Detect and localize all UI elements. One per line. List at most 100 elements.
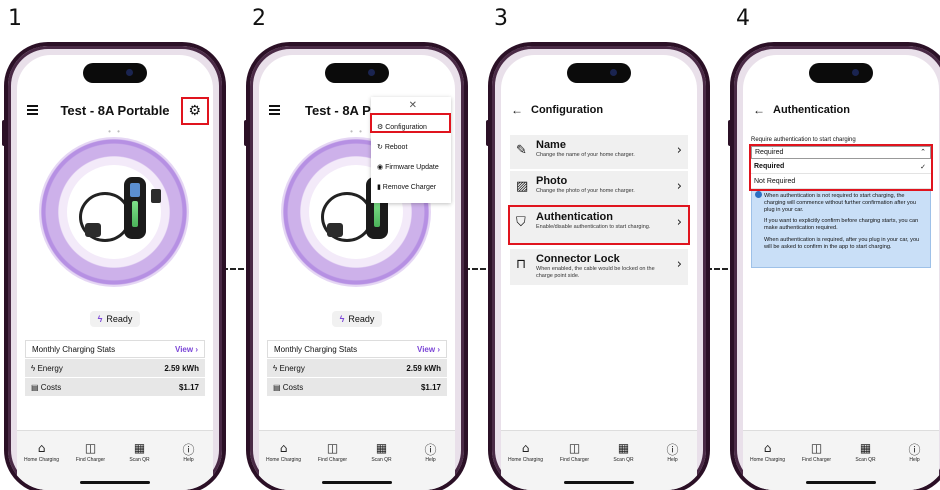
config-item-name[interactable]: ✎ Name Change the name of your home char… xyxy=(510,135,688,169)
qr-icon: ▦ xyxy=(375,441,388,455)
chevron-right-icon: › xyxy=(676,257,682,272)
costs-icon: ▤ xyxy=(273,383,283,392)
nav-home-charging[interactable]: ⌂ Home Charging xyxy=(262,441,306,490)
nav-home-charging[interactable]: ⌂ Home Charging xyxy=(746,441,790,490)
status-badge: ϟ Ready xyxy=(17,311,213,327)
costs-label: Costs xyxy=(282,383,304,392)
map-icon: ◫ xyxy=(568,441,581,455)
phone-3: ← Configuration ✎ Name Change the name o… xyxy=(488,42,710,490)
stats-title: Monthly Charging Stats xyxy=(274,345,358,354)
menu-icon[interactable] xyxy=(269,105,280,115)
chevron-right-icon: › xyxy=(676,179,682,194)
nav-help[interactable]: ⓘ Help xyxy=(651,441,695,490)
costs-label: Costs xyxy=(40,383,62,392)
nav-home-charging[interactable]: ⌂ Home Charging xyxy=(504,441,548,490)
map-icon: ◫ xyxy=(326,441,339,455)
costs-row: ▤ Costs $1.17 xyxy=(25,377,205,396)
auth-info-box: When authentication is not required to s… xyxy=(751,188,931,268)
app-header: ← Authentication xyxy=(743,99,939,125)
energy-value: 2.59 kWh xyxy=(406,364,441,373)
monthly-stats-card: Monthly Charging Stats View › ϟ Energy 2.5… xyxy=(267,340,447,396)
edit-icon: ✎ xyxy=(516,143,527,158)
close-icon[interactable]: ✕ xyxy=(409,100,417,111)
bottom-nav: ⌂ Home Charging ◫ Find Charger ▦ Scan QR ⓘ H… xyxy=(501,430,697,490)
camera-notch xyxy=(83,63,147,83)
energy-row: ϟ Energy 2.59 kWh xyxy=(25,358,205,377)
status-label: Ready xyxy=(348,314,375,324)
home-icon: ⌂ xyxy=(521,441,530,455)
energy-label: Energy xyxy=(279,364,305,373)
view-stats-link[interactable]: View › xyxy=(417,345,440,354)
info-icon: ⓘ xyxy=(424,443,437,457)
info-icon: ⓘ xyxy=(908,443,921,457)
config-item-desc: When enabled, the cable would be locked … xyxy=(536,266,655,279)
home-icon: ⌂ xyxy=(37,441,46,455)
home-icon: ⌂ xyxy=(279,441,288,455)
config-item-title: Name xyxy=(536,139,566,151)
status-badge: ϟ Ready xyxy=(259,311,455,327)
monthly-stats-card: Monthly Charging Stats View › ϟ Energy 2.5… xyxy=(25,340,205,396)
menu-item-firmware-update[interactable]: ◉ Firmware Update xyxy=(375,159,449,175)
page-title: Authentication xyxy=(773,104,850,116)
bottom-nav: ⌂ Home Charging ◫ Find Charger ▦ Scan QR ⓘ H… xyxy=(17,430,213,490)
map-icon: ◫ xyxy=(84,441,97,455)
camera-notch xyxy=(325,63,389,83)
charger-unit-graphic xyxy=(124,177,146,239)
camera-notch xyxy=(809,63,873,83)
back-arrow-icon[interactable]: ← xyxy=(753,103,765,117)
config-item-photo[interactable]: ▨ Photo Change the photo of your home ch… xyxy=(510,171,688,205)
info-paragraph: If you want to explicitly confirm before… xyxy=(764,218,919,232)
stats-header: Monthly Charging Stats View › xyxy=(267,340,447,358)
chevron-right-icon: › xyxy=(676,143,682,158)
costs-value: $1.17 xyxy=(420,383,441,392)
plug-graphic xyxy=(327,223,343,237)
nav-home-charging[interactable]: ⌂ Home Charging xyxy=(20,441,64,490)
screen: ← Authentication Require authentication … xyxy=(743,55,939,490)
nav-help[interactable]: ⓘ Help xyxy=(409,441,453,490)
qr-icon: ▦ xyxy=(133,441,146,455)
home-icon: ⌂ xyxy=(763,441,772,455)
config-item-desc: Change the photo of your home charger. xyxy=(536,188,635,194)
step-number: 2 xyxy=(252,6,266,31)
energy-row: ϟ Energy 2.59 kWh xyxy=(267,358,447,377)
charger-image xyxy=(39,137,189,287)
info-icon: ⓘ xyxy=(182,443,195,457)
phone-1: Test - 8A Portable ⚙ • • ϟ Ready Monthly … xyxy=(4,42,226,490)
menu-item-remove-charger[interactable]: ▮ Remove Charger xyxy=(375,179,449,195)
home-indicator xyxy=(806,481,876,484)
screen: Test - 8A Portable ⚙ • • ϟ Ready Monthly … xyxy=(17,55,213,490)
info-icon: ⓘ xyxy=(666,443,679,457)
screen: Test - 8A Po • • ✕ ⚙ Configuration ↻ Reb… xyxy=(259,55,455,490)
costs-value: $1.17 xyxy=(178,383,199,392)
status-label: Ready xyxy=(106,314,133,324)
highlight-box xyxy=(181,97,209,125)
camera-notch xyxy=(567,63,631,83)
costs-row: ▤ Costs $1.17 xyxy=(267,377,447,396)
plug-graphic xyxy=(85,223,101,237)
menu-item-reboot[interactable]: ↻ Reboot xyxy=(375,139,449,155)
image-icon: ▨ xyxy=(516,179,529,194)
phone-4: ← Authentication Require authentication … xyxy=(730,42,940,490)
map-icon: ◫ xyxy=(810,441,823,455)
home-indicator xyxy=(564,481,634,484)
nav-help[interactable]: ⓘ Help xyxy=(893,441,937,490)
step-number: 1 xyxy=(8,6,22,31)
config-item-title: Connector Lock xyxy=(536,253,620,265)
page-dots: • • xyxy=(108,127,122,136)
config-item-desc: Change the name of your home charger. xyxy=(536,152,635,158)
view-stats-link[interactable]: View › xyxy=(175,345,198,354)
info-paragraph: When authentication is not required to s… xyxy=(764,193,917,213)
page-title: Configuration xyxy=(531,104,604,116)
highlight-box xyxy=(508,205,690,245)
config-item-connector-lock[interactable]: ⊓ Connector Lock When enabled, the cable… xyxy=(510,249,688,285)
lock-icon: ⊓ xyxy=(516,257,527,272)
costs-icon: ▤ xyxy=(31,383,41,392)
back-arrow-icon[interactable]: ← xyxy=(511,103,523,117)
nav-help[interactable]: ⓘ Help xyxy=(167,441,211,490)
highlight-box xyxy=(749,144,933,191)
qr-icon: ▦ xyxy=(617,441,630,455)
energy-label: Energy xyxy=(37,364,63,373)
bottom-nav: ⌂ Home Charging ◫ Find Charger ▦ Scan QR ⓘ H… xyxy=(259,430,455,490)
screen: ← Configuration ✎ Name Change the name o… xyxy=(501,55,697,490)
tutorial-stage: 1 2 3 4 Test - 8A Portable ⚙ • • ϟReady xyxy=(0,0,940,490)
